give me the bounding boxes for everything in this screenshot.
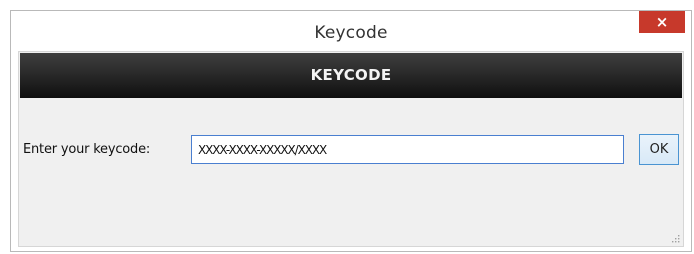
header-title: KEYCODE (310, 66, 392, 84)
header-banner: KEYCODE (20, 53, 682, 98)
dialog-body: KEYCODE Enter your keycode: OK (18, 51, 684, 247)
keycode-dialog: Keycode × KEYCODE Enter your keycode: OK (10, 10, 692, 252)
keycode-input[interactable] (191, 135, 624, 164)
window-title: Keycode (314, 23, 388, 43)
close-button[interactable]: × (639, 11, 685, 33)
resize-grip-icon[interactable] (670, 233, 680, 243)
ok-button[interactable]: OK (639, 134, 679, 165)
titlebar[interactable]: Keycode × (11, 11, 691, 51)
keycode-label: Enter your keycode: (23, 142, 151, 157)
close-icon: × (655, 13, 669, 31)
